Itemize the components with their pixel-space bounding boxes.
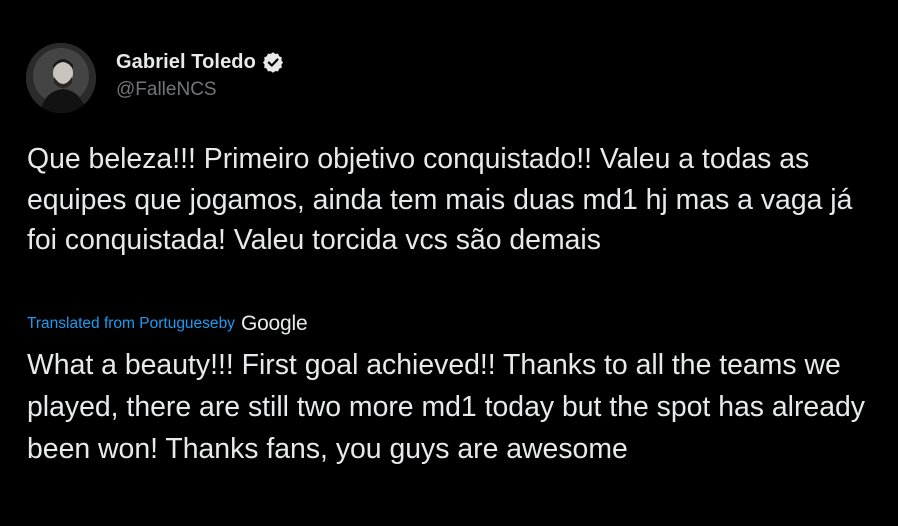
tweet-original-text: Que beleza!!! Primeiro objetivo conquist… (27, 143, 853, 256)
avatar[interactable] (26, 43, 96, 113)
translated-from-label[interactable]: Translated from Portuguese (27, 315, 219, 333)
translated-by-label: by (218, 315, 235, 332)
tweet-header: Gabriel Toledo @FalleNCS (26, 43, 284, 113)
tweet-translated-text: What a beauty!!! First goal achieved!! T… (27, 349, 865, 465)
google-logo-icon: Google (240, 312, 308, 335)
author-display-name[interactable]: Gabriel Toledo (116, 51, 256, 74)
tweet-card: Gabriel Toledo @FalleNCS Que beleza!!! P… (0, 0, 898, 526)
translation-attribution[interactable]: Translated from Portuguese by Google (27, 310, 308, 338)
avatar-photo-icon (26, 43, 96, 113)
author-info: Gabriel Toledo @FalleNCS (116, 49, 284, 101)
name-row: Gabriel Toledo (116, 49, 284, 75)
verified-badge-icon (262, 51, 284, 73)
author-handle[interactable]: @FalleNCS (116, 79, 284, 101)
